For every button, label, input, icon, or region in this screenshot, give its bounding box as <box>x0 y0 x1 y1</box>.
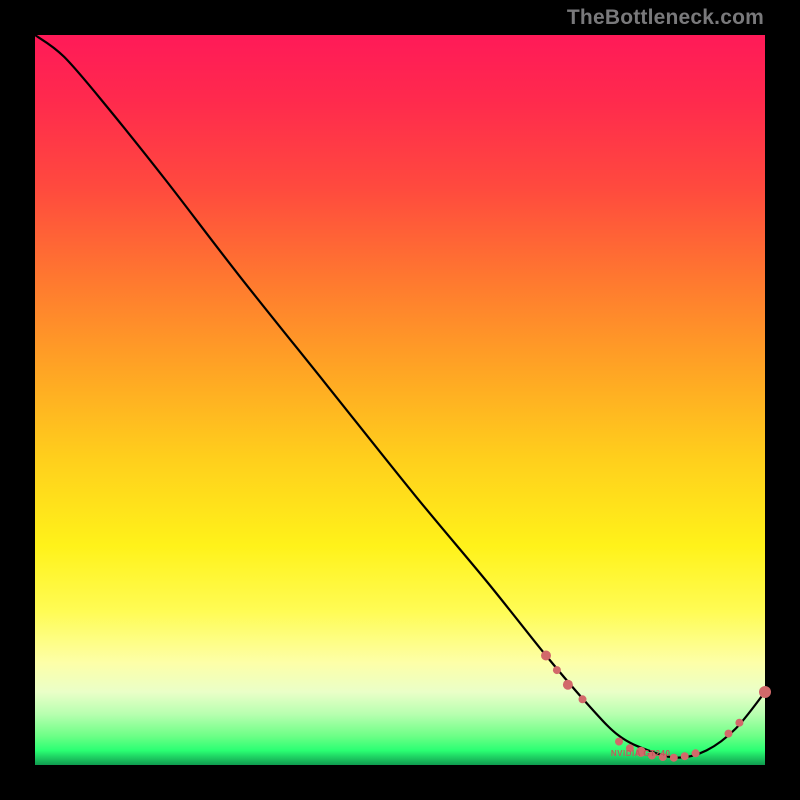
data-marker <box>541 651 551 661</box>
chart-stage: TheBottleneck.com NVIDIA GT240 <box>0 0 800 800</box>
data-marker <box>681 752 689 760</box>
data-marker <box>579 695 587 703</box>
plot-area: NVIDIA GT240 <box>35 35 765 765</box>
watermark-text: TheBottleneck.com <box>567 6 764 30</box>
data-marker <box>563 680 573 690</box>
data-marker <box>615 738 623 746</box>
bottleneck-curve <box>35 35 765 758</box>
data-marker <box>692 749 700 757</box>
data-marker <box>735 719 743 727</box>
marker-group <box>541 651 771 762</box>
curve-svg <box>35 35 765 765</box>
gpu-micro-label: NVIDIA GT240 <box>611 749 671 758</box>
data-marker <box>670 754 678 762</box>
data-marker <box>725 730 733 738</box>
data-marker <box>553 666 561 674</box>
data-marker <box>759 686 771 698</box>
